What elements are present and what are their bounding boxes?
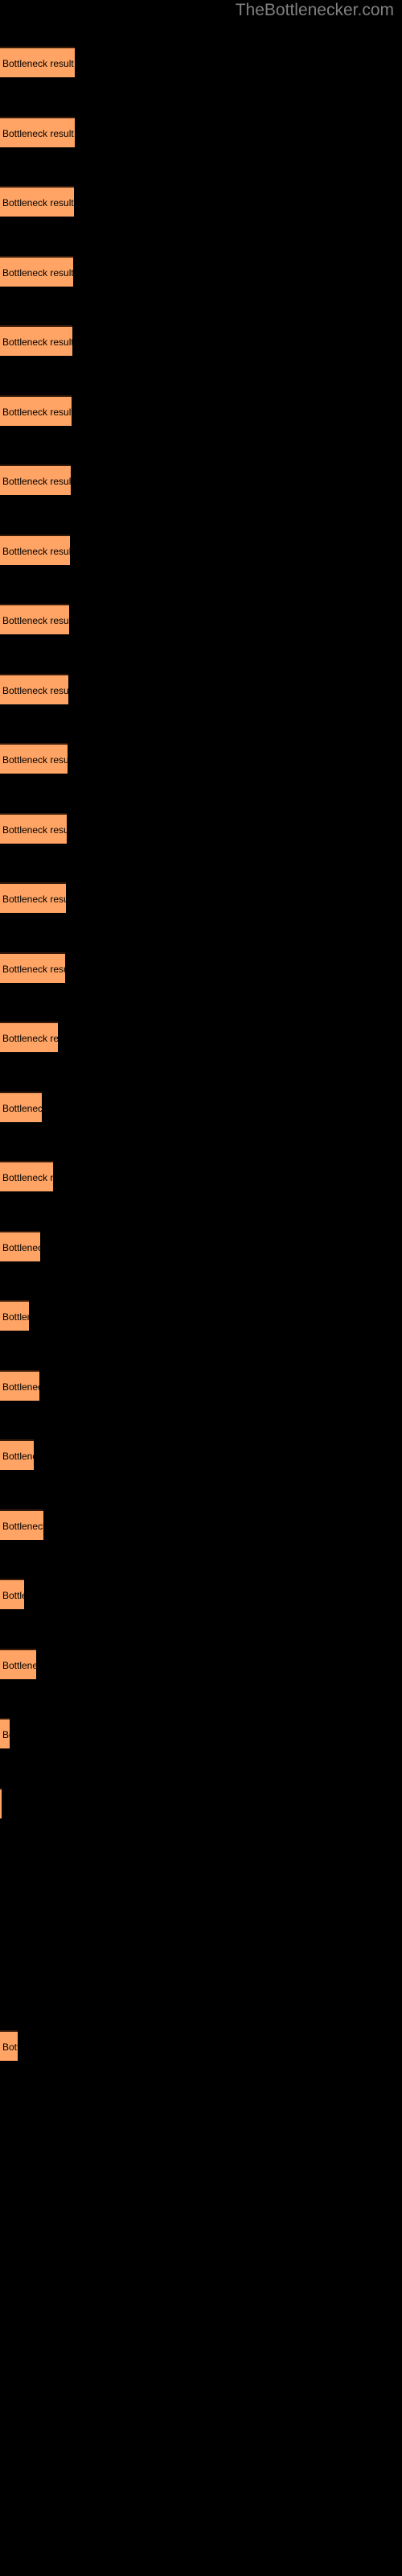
bar-label: Bottleneck result (2, 1590, 24, 1601)
chart-bar[interactable]: Bottleneck result (0, 813, 67, 844)
bar-label: Bottleneck result (2, 1451, 34, 1462)
bar-label: Bottleneck result (2, 1103, 42, 1114)
bar-label: Bottleneck result (2, 754, 68, 766)
bar-label: Bottleneck result (2, 685, 68, 696)
bar-label: Bottleneck result (2, 407, 72, 418)
bar-label: Bottleneck result (2, 824, 67, 836)
chart-bar[interactable]: Bottleneck result (0, 1649, 36, 1679)
chart-bar[interactable]: Bottleneck result (0, 1370, 39, 1401)
bar-label: Bottleneck result (2, 1729, 10, 1740)
chart-bar[interactable]: Bottleneck result (0, 952, 65, 983)
bar-label: Bottleneck result (2, 1242, 40, 1253)
chart-bar[interactable]: Bottleneck result (0, 535, 70, 565)
bottleneck-bar-chart: TheBottlenecker.com Bottleneck result Bot… (0, 0, 402, 2576)
bar-label: Bottleneck result (2, 1381, 39, 1393)
bar-label: Bottleneck result (2, 1521, 43, 1532)
chart-bar[interactable]: Bottleneck result (0, 1718, 10, 1748)
chart-bar[interactable]: Bottleneck result (0, 464, 71, 495)
chart-bar[interactable]: Bottleneck result (0, 1300, 29, 1331)
chart-bar[interactable]: Bottleneck result (0, 325, 72, 356)
bar-label: Bottleneck result (2, 336, 72, 348)
chart-bar[interactable]: Bottleneck result (0, 47, 75, 77)
bar-label: Bottleneck result (2, 197, 74, 208)
chart-bar[interactable]: Bottleneck result (0, 117, 75, 147)
chart-bar[interactable]: Bottleneck result (0, 743, 68, 774)
chart-bar[interactable]: Bottleneck result (0, 186, 74, 217)
chart-bar[interactable]: Bottleneck result (0, 1161, 53, 1191)
bar-label: Bottleneck result (2, 1311, 29, 1323)
bar-label: Bottleneck result (2, 128, 74, 139)
chart-bars-layer: Bottleneck result Bottleneck result Bottle… (0, 0, 402, 2576)
chart-bar[interactable]: Bottleneck result (0, 882, 66, 913)
bar-label: Bottleneck result (2, 476, 71, 487)
chart-bar[interactable]: Bottleneck result (0, 1788, 2, 1818)
bar-label: Bottleneck result (2, 1172, 53, 1183)
chart-bar[interactable]: Bottleneck result (0, 1509, 43, 1540)
chart-bar[interactable]: Bottleneck result (0, 1231, 40, 1261)
bar-label: Bottleneck result (2, 964, 65, 975)
bar-label: Bottleneck result (2, 1033, 58, 1044)
bar-label: Bottleneck result (2, 894, 66, 905)
chart-bar[interactable]: Bottleneck result (0, 1579, 24, 1609)
bar-label: Bottleneck result (2, 58, 74, 69)
chart-bar[interactable]: Bottleneck result (0, 674, 68, 704)
bar-label: Bottleneck result (2, 267, 73, 279)
chart-bar[interactable]: Bottleneck result (0, 1092, 42, 1122)
chart-bar[interactable]: Bottleneck result (0, 604, 69, 634)
bar-label: Bottleneck result (2, 1660, 36, 1671)
chart-bar[interactable]: Bottleneck result (0, 395, 72, 426)
bar-label: Bottleneck result (2, 2041, 18, 2053)
chart-bar[interactable]: Bottleneck result (0, 1439, 34, 1470)
chart-bar[interactable]: Bottleneck result (0, 256, 73, 287)
chart-bar[interactable]: Bottleneck result (0, 2030, 18, 2061)
bar-label: Bottleneck result (2, 615, 69, 626)
chart-bar[interactable]: Bottleneck result (0, 1022, 58, 1052)
bar-label: Bottleneck result (2, 546, 70, 557)
